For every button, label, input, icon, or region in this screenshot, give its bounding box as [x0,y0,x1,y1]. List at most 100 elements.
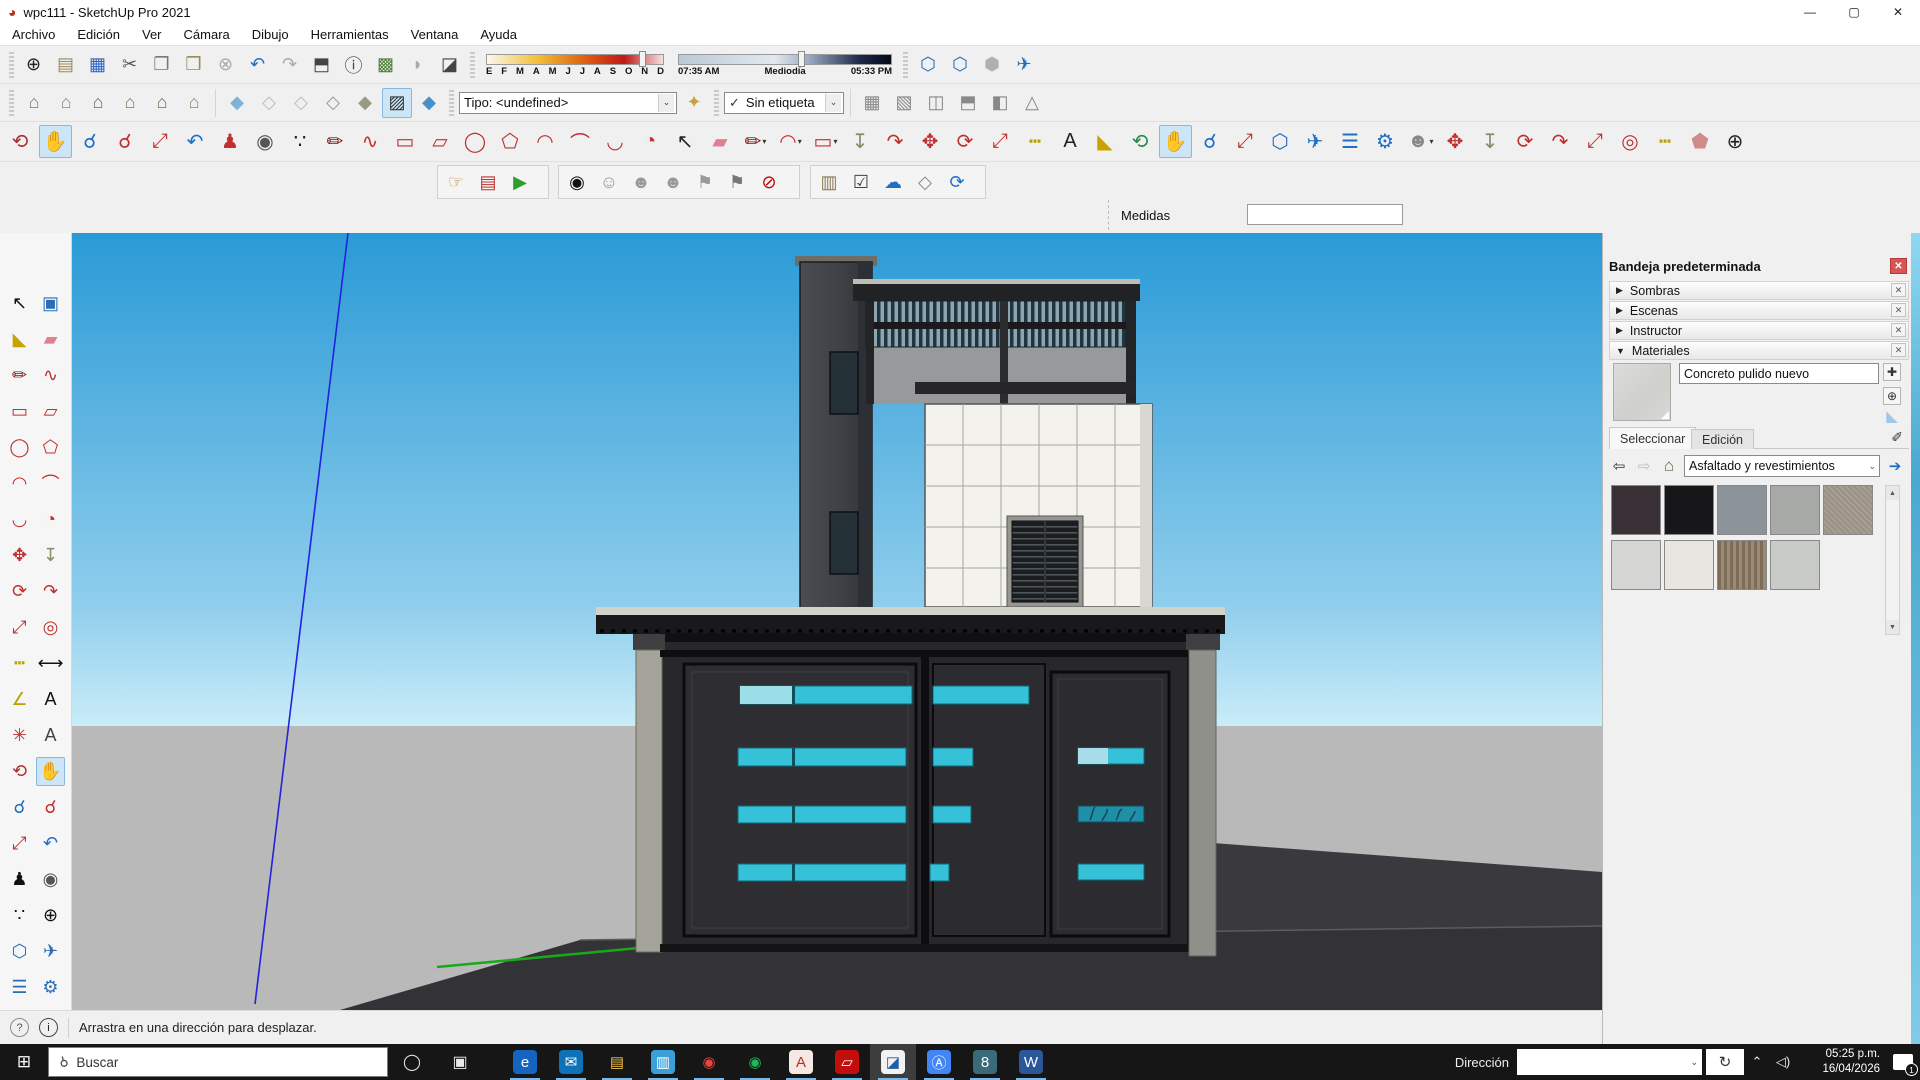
extension-warehouse-button[interactable]: ✈ [1009,50,1039,80]
taskbar-store[interactable]: ▥ [640,1044,686,1080]
share-component-button[interactable]: ⬢ [977,50,1007,80]
offset-tool[interactable]: ◎ [1614,125,1647,158]
section-close-button[interactable]: ✕ [1891,343,1906,357]
position-camera-tool[interactable]: ♟ [5,865,34,894]
taskbar-word[interactable]: W [1008,1044,1054,1080]
tray-close-button[interactable]: ✕ [1890,258,1907,274]
material-name-field[interactable]: Concreto pulido nuevo [1679,363,1879,384]
shadows-toggle-button[interactable]: ◧ [985,88,1015,118]
taskbar-autocad[interactable]: A [778,1044,824,1080]
taskbar-acrobat[interactable]: ▱ [824,1044,870,1080]
section-close-button[interactable]: ✕ [1891,323,1906,337]
paste-button[interactable]: ❒ [179,50,209,80]
follow-me-tool[interactable]: ↷ [36,577,65,606]
tray-section-instructor[interactable]: ▶ Instructor ✕ [1609,321,1909,340]
line-tool[interactable]: ✏ [5,361,34,390]
section-display-button[interactable]: ▧ [889,88,919,118]
scale-tool[interactable]: ⤢ [5,613,34,642]
protractor-tool[interactable]: ∠ [5,685,34,714]
polygon-tool[interactable]: ⬠ [494,125,527,158]
cortana-button[interactable]: ◯ [388,1044,436,1080]
tab-seleccionar[interactable]: Seleccionar [1609,427,1696,449]
save-button[interactable]: ▦ [83,50,113,80]
geolocation-rock-button[interactable]: ⬟ [1684,125,1717,158]
line-tool-menu[interactable]: ✏▾ [739,125,772,158]
tray-scrollbar[interactable] [1911,233,1920,1044]
swatch-asfalto-negro[interactable] [1664,485,1714,535]
section-close-button[interactable]: ✕ [1891,283,1906,297]
swatch-concreto-gris[interactable] [1717,485,1767,535]
taskbar-clock[interactable]: 05:25 p.m. 16/04/2026 [1802,1047,1880,1077]
taskbar-chrome-profile[interactable]: Ⓐ [916,1044,962,1080]
minimize-button[interactable]: — [1788,0,1832,24]
zoom-extents-tool[interactable]: ⤢ [144,125,177,158]
push-pull-tool[interactable]: ↧ [844,125,877,158]
model-viewport[interactable] [72,233,1602,1010]
rotate-tool[interactable]: ⟳ [5,577,34,606]
view-right-button[interactable]: ⌂ [115,88,145,118]
tape-measure-tool[interactable]: ┅ [5,649,34,678]
classifier-type-dropdown[interactable]: Tipo: <undefined> ⌄ [459,92,677,114]
month-slider-handle[interactable] [639,51,646,67]
style-backedges-button[interactable]: ◇ [254,88,284,118]
add-location-button[interactable]: ▩ [371,50,401,80]
push-pull-tool[interactable]: ↧ [36,541,65,570]
walk-tool[interactable]: ∵ [5,901,34,930]
toggle-terrain-button[interactable]: ◗ [403,50,433,80]
get-models-button-2[interactable]: ⬡ [1264,125,1297,158]
model-info-button[interactable]: ⓘ [339,50,369,80]
three-point-arc-tool[interactable]: ◡ [5,505,34,534]
taskbar-mail[interactable]: ✉ [548,1044,594,1080]
section-plane-button[interactable]: ▦ [857,88,887,118]
component-list-button[interactable]: ▤ [473,167,503,197]
cut-button[interactable]: ✂ [115,50,145,80]
tape-measure-tool-2[interactable]: ┅ [1649,125,1682,158]
menu-ayuda[interactable]: Ayuda [480,27,517,42]
zoom-window-tool[interactable]: ☌ [109,125,142,158]
swatch-agregado[interactable] [1823,485,1873,535]
zoom-extents-tool[interactable]: ⤢ [5,829,34,858]
new-button[interactable]: ⊕ [19,50,49,80]
share-model-button[interactable]: ⬡ [945,50,975,80]
extension-manager-button[interactable]: ⚙ [1369,125,1402,158]
zoom-tool[interactable]: ☌ [5,793,34,822]
flag-alt-button[interactable]: ⚑ [722,167,752,197]
menu-edicion[interactable]: Edición [77,27,120,42]
close-button[interactable]: ✕ [1876,0,1920,24]
select-pointer-button[interactable]: ☞ [441,167,471,197]
face-me-button[interactable]: ☺ [594,167,624,197]
help-info-icon[interactable]: i [39,1018,58,1037]
freehand-tool[interactable]: ∿ [354,125,387,158]
paint-bucket-tool[interactable]: ◣ [5,325,34,354]
redo-button[interactable]: ↷ [275,50,305,80]
move-tool[interactable]: ✥ [5,541,34,570]
zoom-tool[interactable]: ☌ [74,125,107,158]
compass-button[interactable]: ⊕ [1719,125,1752,158]
zoom-extents-tool-2[interactable]: ⤢ [1229,125,1262,158]
swatch-asfalto-oscuro[interactable] [1611,485,1661,535]
style-shaded-button[interactable]: ◆ [350,88,380,118]
section-cuts-button[interactable]: ◫ [921,88,951,118]
eraser-tool[interactable]: ▰ [36,325,65,354]
orbit-tool-2[interactable]: ⟲ [1124,125,1157,158]
arc-tool[interactable]: ◠ [5,469,34,498]
create-material-button[interactable]: ✚ [1883,363,1901,381]
validate-button[interactable]: ☑ [846,167,876,197]
rotate-tool-2[interactable]: ⟳ [1509,125,1542,158]
menu-ventana[interactable]: Ventana [411,27,459,42]
style-monochrome-button[interactable]: ◆ [414,88,444,118]
swatch-concreto-nuevo[interactable] [1770,540,1820,590]
get-models-button[interactable]: ⬡ [5,937,34,966]
extension-warehouse-button[interactable]: ✈ [36,937,65,966]
view-top-button[interactable]: ⌂ [51,88,81,118]
text-tool[interactable]: A [36,685,65,714]
swatch-pulido-claro[interactable] [1611,540,1661,590]
offset-tool[interactable]: ◎ [36,613,65,642]
box-button[interactable]: ◇ [910,167,940,197]
two-point-arc-tool[interactable]: ⌒ [36,469,65,498]
run-button[interactable]: ▶ [505,167,535,197]
look-around-tool[interactable]: ◉ [36,865,65,894]
faces-button[interactable]: ☻ [626,167,656,197]
select-tool[interactable]: ↖ [5,289,34,318]
line-tool[interactable]: ✏ [319,125,352,158]
